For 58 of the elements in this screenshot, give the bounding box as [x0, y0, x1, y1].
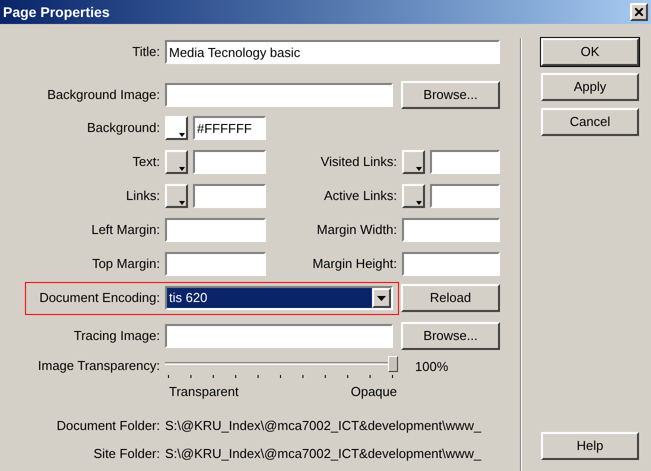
field-label: Site Folder: [92, 445, 161, 464]
text-field[interactable]: #FFFFFF [193, 116, 266, 140]
folder-path: S:\@KRU_Index\@mca7002_ICT&development\www_ [165, 417, 482, 436]
field-label: Text: [132, 153, 161, 172]
window-title: Page Properties [3, 2, 110, 22]
color-picker[interactable] [165, 184, 188, 208]
field-label: Image Transparency: [36, 357, 161, 375]
encoding-dropdown[interactable]: tis 620 [165, 286, 393, 310]
field-label: Document Encoding: [38, 289, 161, 308]
slider-max-label: Opaque [350, 383, 397, 400]
dialog-button[interactable]: Cancel [541, 108, 639, 136]
color-picker[interactable] [402, 150, 425, 174]
field-label: Background: [86, 119, 161, 138]
text-field[interactable] [430, 184, 500, 208]
caret-icon [179, 133, 185, 137]
field-label: Top Margin: [91, 255, 161, 274]
text-field[interactable] [165, 324, 393, 348]
dialog-button[interactable]: Browse... [401, 81, 500, 109]
field-label: Tracing Image: [72, 327, 161, 346]
color-picker[interactable] [402, 184, 425, 208]
field-label: Margin Height: [311, 255, 398, 274]
close-icon [635, 8, 643, 16]
caret-icon [377, 296, 386, 300]
field-label: Links: [125, 187, 161, 206]
caret-icon [179, 201, 185, 205]
text-field[interactable] [402, 218, 500, 242]
slider-thumb[interactable] [388, 356, 398, 372]
field-label: Title: [131, 43, 161, 62]
caret-icon [416, 167, 422, 171]
caret-icon [179, 167, 185, 171]
field-label: Visited Links: [320, 153, 398, 172]
field-label: Document Folder: [56, 417, 161, 436]
field-label: Active Links: [323, 187, 398, 206]
field-label: Margin Width: [316, 221, 398, 240]
text-field[interactable]: Media Tecnology basic [165, 40, 500, 64]
close-button[interactable] [630, 3, 648, 21]
text-field[interactable] [430, 150, 500, 174]
color-picker[interactable] [165, 150, 188, 174]
slider-min-label: Transparent [169, 383, 239, 400]
caret-icon [416, 201, 422, 205]
folder-path: S:\@KRU_Index\@mca7002_ICT&development\www_ [165, 445, 482, 464]
field-label: Background Image: [46, 86, 161, 104]
field-label: Left Margin: [90, 221, 161, 240]
dropdown-value: tis 620 [167, 288, 372, 308]
transparency-slider[interactable] [165, 356, 398, 378]
text-field[interactable] [402, 252, 500, 276]
color-picker[interactable] [165, 116, 188, 140]
dialog-button[interactable]: Help [541, 432, 639, 460]
text-field[interactable] [165, 218, 266, 242]
transparency-reading: 100% [415, 358, 448, 376]
dialog-button[interactable]: Browse... [401, 322, 500, 350]
dialog-button[interactable]: Reload [401, 284, 500, 312]
dialog-button[interactable]: Apply [541, 73, 639, 101]
text-field[interactable] [165, 83, 393, 107]
text-field[interactable] [193, 150, 266, 174]
text-field[interactable] [165, 252, 266, 276]
dialog-button[interactable]: OK [541, 38, 639, 66]
text-field[interactable] [193, 184, 266, 208]
